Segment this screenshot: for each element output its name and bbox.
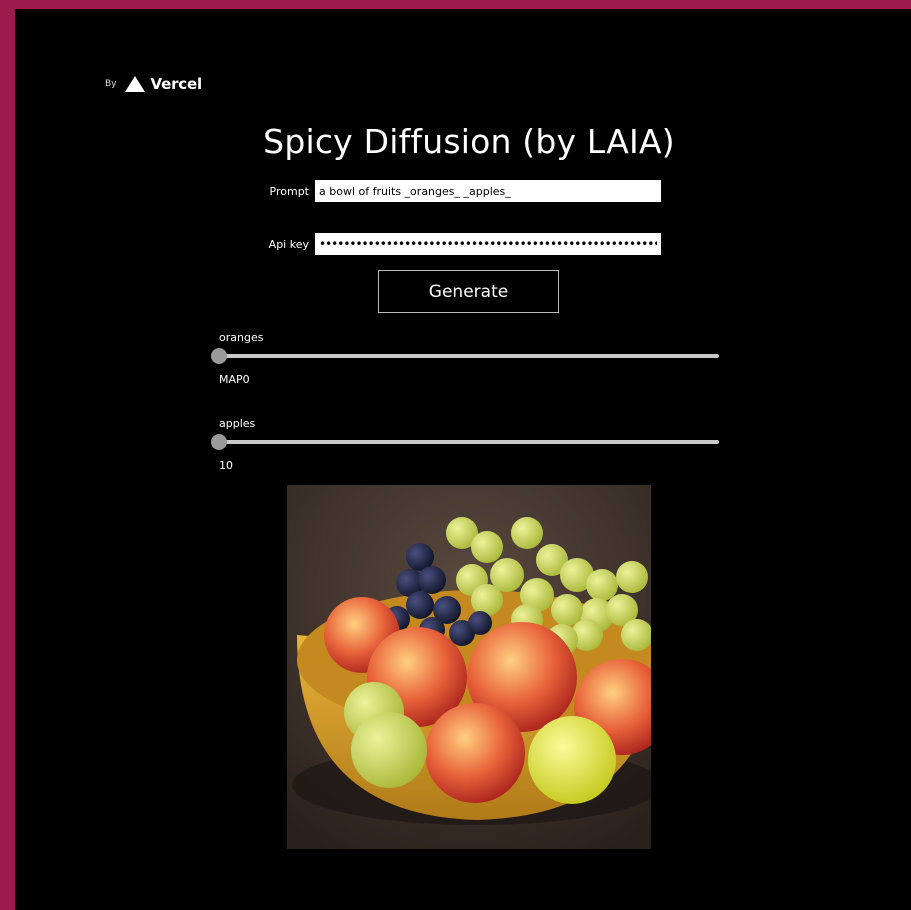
generated-image	[287, 485, 651, 849]
slider-label: apples	[219, 417, 256, 430]
slider-thumb[interactable]	[211, 434, 227, 450]
slider-label: oranges	[219, 331, 264, 344]
slider-value: 10	[219, 459, 233, 472]
slider-apples: apples 10	[211, 417, 719, 472]
oranges-slider[interactable]	[211, 347, 719, 365]
page-title: Spicy Diffusion (by LAIA)	[263, 122, 675, 161]
vercel-link[interactable]: By Vercel	[105, 75, 202, 93]
vercel-wordmark: Vercel	[150, 75, 203, 93]
slider-track[interactable]	[219, 354, 719, 358]
apples-slider[interactable]	[211, 433, 719, 451]
app-frame: By Vercel Spicy Diffusion (by LAIA) Prom…	[15, 9, 911, 910]
vercel-logo-icon	[124, 76, 145, 92]
prompt-label: Prompt	[269, 184, 309, 198]
prompt-input[interactable]	[315, 180, 661, 202]
fruit-bowl-image	[287, 485, 651, 849]
generate-button[interactable]: Generate	[378, 270, 559, 313]
slider-thumb[interactable]	[211, 348, 227, 364]
apikey-row: Api key	[249, 233, 661, 255]
apikey-input[interactable]	[315, 233, 661, 255]
slider-track[interactable]	[219, 440, 719, 444]
slider-oranges: oranges MAP0	[211, 331, 719, 386]
by-label: By	[105, 79, 117, 89]
slider-value: MAP0	[219, 373, 250, 386]
prompt-row: Prompt	[249, 180, 661, 202]
apikey-label: Api key	[268, 237, 309, 251]
